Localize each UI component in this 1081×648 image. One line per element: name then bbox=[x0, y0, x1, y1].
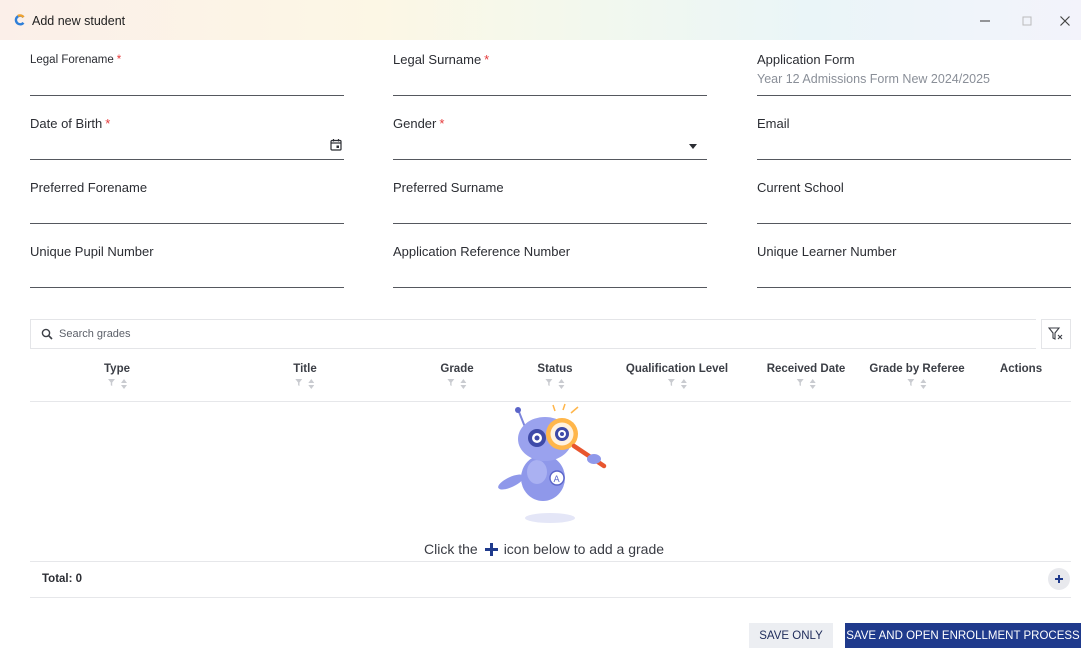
legal-surname-field[interactable]: Legal Surname * bbox=[393, 52, 707, 96]
date-of-birth-label: Date of Birth * bbox=[30, 116, 111, 131]
application-reference-number-label: Application Reference Number bbox=[393, 244, 571, 259]
gender-label: Gender * bbox=[393, 116, 445, 131]
unique-learner-number-label: Unique Learner Number bbox=[757, 244, 897, 259]
grades-search-bar bbox=[30, 319, 1036, 349]
plus-icon bbox=[484, 542, 499, 557]
column-header-type[interactable]: Type bbox=[104, 363, 130, 389]
required-marker: * bbox=[116, 54, 122, 66]
sort-icon[interactable] bbox=[460, 379, 467, 389]
column-header-received-date[interactable]: Received Date bbox=[767, 363, 845, 389]
filter-icon[interactable] bbox=[667, 379, 675, 389]
gender-select[interactable]: Gender * bbox=[393, 116, 707, 160]
filter-icon[interactable] bbox=[107, 379, 115, 389]
preferred-surname-field[interactable]: Preferred Surname bbox=[393, 180, 707, 224]
application-form-value: Year 12 Admissions Form New 2024/2025 bbox=[757, 72, 991, 86]
current-school-label: Current School bbox=[757, 180, 844, 195]
sort-icon[interactable] bbox=[308, 379, 315, 389]
column-header-grade-by-referee[interactable]: Grade by Referee bbox=[869, 363, 965, 389]
legal-forename-field[interactable]: Legal Forename * bbox=[30, 52, 344, 96]
required-marker: * bbox=[439, 116, 445, 131]
column-header-status[interactable]: Status bbox=[537, 363, 573, 389]
minimize-button[interactable] bbox=[972, 9, 998, 33]
svg-text:A: A bbox=[554, 475, 561, 485]
date-of-birth-field[interactable]: Date of Birth * bbox=[30, 116, 344, 160]
close-button[interactable] bbox=[1052, 9, 1078, 33]
application-form-label: Application Form bbox=[757, 52, 855, 67]
current-school-field[interactable]: Current School bbox=[757, 180, 1071, 224]
grades-table-header: Type Title Grade Status Qualification Le… bbox=[30, 357, 1071, 402]
total-count: Total: 0 bbox=[42, 573, 83, 585]
preferred-forename-label: Preferred Forename bbox=[30, 180, 148, 195]
save-and-open-enrollment-button[interactable]: SAVE AND OPEN ENROLLMENT PROCESS bbox=[845, 623, 1081, 648]
sort-icon[interactable] bbox=[920, 379, 927, 389]
maximize-button[interactable] bbox=[1014, 9, 1040, 33]
preferred-surname-label: Preferred Surname bbox=[393, 180, 504, 195]
filter-icon[interactable] bbox=[295, 379, 303, 389]
grades-total-row: Total: 0 bbox=[30, 561, 1071, 598]
window-titlebar: Add new student bbox=[0, 0, 1081, 40]
filter-icon[interactable] bbox=[447, 379, 455, 389]
window-title: Add new student bbox=[32, 14, 126, 28]
unique-pupil-number-field[interactable]: Unique Pupil Number bbox=[30, 244, 344, 288]
calendar-icon[interactable] bbox=[330, 138, 342, 151]
sort-icon[interactable] bbox=[680, 379, 687, 389]
column-header-qualification-level[interactable]: Qualification Level bbox=[626, 363, 728, 389]
application-form-field[interactable]: Application Form Year 12 Admissions Form… bbox=[757, 52, 1071, 96]
empty-state-message: Click the icon below to add a grade bbox=[424, 541, 665, 557]
save-only-button[interactable]: SAVE ONLY bbox=[749, 623, 833, 648]
minimize-icon bbox=[980, 20, 990, 22]
empty-state-robot-illustration: A bbox=[498, 403, 607, 523]
grades-search-input[interactable] bbox=[59, 326, 459, 342]
filter-clear-icon bbox=[1048, 327, 1063, 340]
email-field[interactable]: Email bbox=[757, 116, 1071, 160]
add-grade-button[interactable] bbox=[1048, 568, 1070, 590]
sort-icon[interactable] bbox=[558, 379, 565, 389]
filter-icon[interactable] bbox=[907, 379, 915, 389]
column-header-title[interactable]: Title bbox=[293, 363, 317, 389]
sort-icon[interactable] bbox=[809, 379, 816, 389]
column-header-grade[interactable]: Grade bbox=[440, 363, 474, 389]
email-label: Email bbox=[757, 116, 790, 131]
unique-learner-number-field[interactable]: Unique Learner Number bbox=[757, 244, 1071, 288]
search-icon bbox=[41, 328, 53, 340]
unique-pupil-number-label: Unique Pupil Number bbox=[30, 244, 154, 259]
preferred-forename-field[interactable]: Preferred Forename bbox=[30, 180, 344, 224]
legal-forename-label: Legal Forename * bbox=[30, 54, 122, 66]
dropdown-arrow-icon[interactable] bbox=[689, 144, 697, 149]
filter-icon[interactable] bbox=[796, 379, 804, 389]
legal-surname-label: Legal Surname * bbox=[393, 52, 490, 67]
clear-filters-button[interactable] bbox=[1041, 319, 1071, 349]
required-marker: * bbox=[484, 52, 490, 67]
sort-icon[interactable] bbox=[120, 379, 127, 389]
close-icon bbox=[1060, 16, 1070, 26]
maximize-icon bbox=[1022, 16, 1032, 26]
column-header-actions: Actions bbox=[999, 363, 1043, 375]
required-marker: * bbox=[105, 116, 111, 131]
filter-icon[interactable] bbox=[545, 379, 553, 389]
app-logo-icon bbox=[14, 14, 25, 26]
add-circle-icon bbox=[1055, 575, 1063, 583]
application-reference-number-field[interactable]: Application Reference Number bbox=[393, 244, 707, 288]
